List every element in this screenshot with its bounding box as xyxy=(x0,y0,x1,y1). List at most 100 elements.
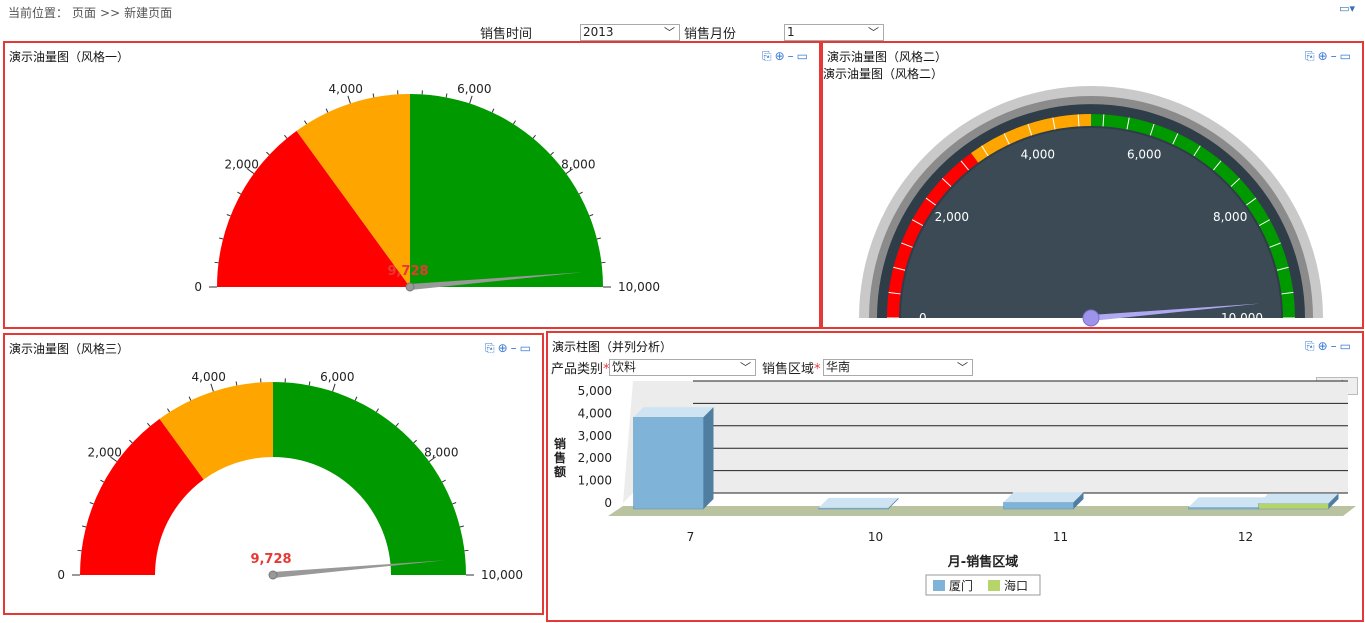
breadcrumb-current: 新建页面 xyxy=(124,6,173,20)
gauge-tick xyxy=(459,525,464,528)
gauge-tick xyxy=(284,134,288,139)
sales-time-value: 2013 xyxy=(583,25,614,39)
gauge-tick xyxy=(441,479,446,483)
gauge-tick xyxy=(601,261,606,264)
gauge-tick xyxy=(266,151,270,156)
gauge-tick xyxy=(413,439,417,444)
gauge-tick xyxy=(129,439,133,444)
bar xyxy=(1258,503,1329,510)
gauge-tick xyxy=(332,383,336,392)
sales-time-select[interactable]: 2013 ﹀ xyxy=(580,24,680,41)
x-tick-label: 7 xyxy=(687,530,695,544)
gauge-tick-label: 10,000 xyxy=(481,568,523,582)
sales-month-label: 销售月份 xyxy=(684,27,737,42)
gauge-tick xyxy=(372,93,375,98)
x-tick-label: 11 xyxy=(1053,530,1068,544)
bar-top xyxy=(633,407,714,418)
bar-side xyxy=(703,407,714,509)
y-tick-label: 5,000 xyxy=(578,384,612,398)
legend-swatch xyxy=(988,580,1000,591)
gauge-tick-label: 0 xyxy=(919,311,927,325)
sales-month-value: 1 xyxy=(787,25,795,39)
gauge-tick-label: 4,000 xyxy=(329,82,363,96)
y-tick-label: 3,000 xyxy=(578,429,612,443)
legend-label: 厦门 xyxy=(949,578,973,593)
x-tick-label: 12 xyxy=(1238,530,1253,544)
gauge-tick xyxy=(304,120,308,125)
gauge-band xyxy=(410,94,603,287)
gauge-tick-label: 4,000 xyxy=(1021,147,1055,161)
gauge-tick xyxy=(308,381,311,386)
bar-panel: 演示柱图（并列分析） ⎘⊕–▭ 产品类别* 饮料﹀ 销售区域* 华南﹀ ▥ ✎ … xyxy=(546,331,1364,622)
sales-month-select[interactable]: 1 ﹀ xyxy=(784,24,884,41)
legend-label: 海口 xyxy=(1004,578,1028,593)
gauge-tick xyxy=(100,479,105,483)
y-tick-label: 1,000 xyxy=(578,474,612,488)
gauge-tick xyxy=(219,237,224,240)
gauge-tick xyxy=(235,381,238,386)
gauge-tick xyxy=(325,108,329,113)
bar-top xyxy=(1003,492,1084,503)
bar-top xyxy=(1258,493,1339,504)
y-axis-title: 额 xyxy=(554,464,566,479)
gauge-tick xyxy=(589,214,594,217)
bar xyxy=(818,507,889,510)
gauge-tick-label: 8,000 xyxy=(561,158,595,172)
gauge-tick xyxy=(464,549,469,552)
gauge-tick xyxy=(77,549,82,552)
y-tick-label: 0 xyxy=(604,496,612,510)
gauge-tick xyxy=(452,502,457,505)
gauge-tick xyxy=(354,396,358,401)
chevron-down-icon: ﹀ xyxy=(868,26,879,39)
y-axis-title: 售 xyxy=(554,450,566,465)
gauge-pivot xyxy=(405,282,415,292)
gauge-pivot xyxy=(268,570,278,580)
bar xyxy=(1003,502,1074,510)
gauge-panel-style-3: 演示油量图（风格三） ⎘⊕–▭ 0 2,000 4,000 6,000 8,000 10,… xyxy=(3,333,544,615)
gauge-tick-label: 2,000 xyxy=(935,210,969,224)
gauge-tick-label: 4,000 xyxy=(192,370,226,384)
gauge-tick-label: 6,000 xyxy=(457,82,491,96)
bar xyxy=(633,416,704,510)
chevron-down-icon: ﹀ xyxy=(664,26,675,39)
breadcrumb-page[interactable]: 页面 xyxy=(72,6,96,20)
gauge-tick-label: 2,000 xyxy=(225,158,259,172)
gauge-tick-label: 6,000 xyxy=(1127,147,1161,161)
y-axis-title: 销 xyxy=(554,436,566,451)
gauge-chart-2: 0 2,000 4,000 6,000 8,000 10,000 xyxy=(859,86,1323,327)
gauge-tick xyxy=(89,502,94,505)
gauge-tick-label: 0 xyxy=(194,280,202,294)
gauge-tick xyxy=(214,261,219,264)
sales-time-label: 销售时间 xyxy=(480,27,533,42)
y-tick-label: 4,000 xyxy=(578,406,612,420)
y-tick-label: 2,000 xyxy=(578,451,612,465)
gauge-tick xyxy=(210,383,214,392)
gauge-tick xyxy=(237,191,242,195)
gauge-tick xyxy=(550,151,554,156)
gauge-tick xyxy=(226,214,231,217)
gauge-panel-style-1: 演示油量图（风格一） ⎘⊕–▭ 0 2,000 4,000 6,000 8,000 10,… xyxy=(3,41,821,329)
gauge-tick xyxy=(532,134,536,139)
gauge-value-label: 9,728 xyxy=(250,552,291,567)
gauge-value-label: 9,728 xyxy=(387,264,428,279)
gauge-panel-style-2: 演示油量图（风格二） 演示油量图（风格二） ⎘⊕–▭ 0 2,000 4,000 6,… xyxy=(821,41,1364,329)
gauge-tick xyxy=(491,108,495,113)
gauge-tick-label: 0 xyxy=(57,568,65,582)
x-tick-label: 10 xyxy=(868,530,883,544)
gauge-tick xyxy=(512,120,516,125)
gauge-tick xyxy=(82,525,87,528)
bar-top xyxy=(818,497,899,508)
gauge-tick-label: 10,000 xyxy=(618,280,660,294)
gauge-tick xyxy=(395,422,399,427)
breadcrumb-label: 当前位置： xyxy=(8,6,69,20)
plot-background xyxy=(623,381,1348,503)
gauge-tick xyxy=(375,408,379,413)
gauge-tick xyxy=(445,93,448,98)
gauge-tick xyxy=(167,408,171,413)
gauge-tick xyxy=(147,422,151,427)
gauge-tick xyxy=(347,95,351,104)
gauge-tick-label: 6,000 xyxy=(320,370,354,384)
page-menu-icon[interactable]: ▭▾ xyxy=(1339,2,1355,15)
x-axis-title: 月-销售区域 xyxy=(947,554,1018,570)
breadcrumb-separator: >> xyxy=(100,6,121,20)
